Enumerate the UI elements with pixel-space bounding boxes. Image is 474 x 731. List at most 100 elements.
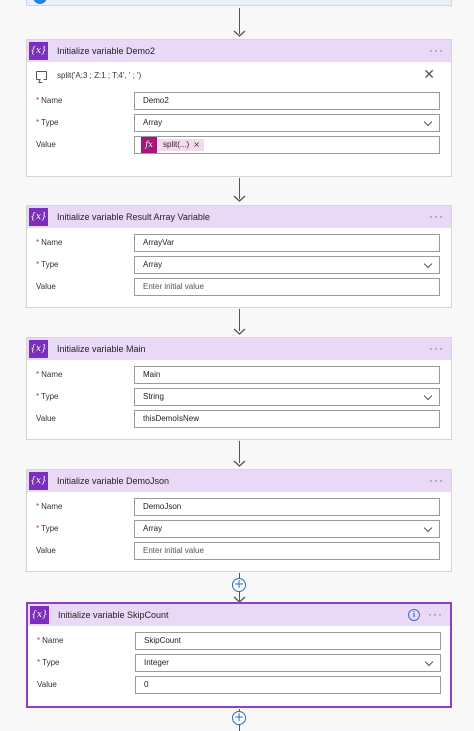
function-icon: fx: [141, 137, 157, 153]
name-row: * Name Demo2: [27, 90, 451, 112]
card-title: Initialize variable SkipCount: [58, 610, 169, 620]
type-label-text: Type: [41, 260, 59, 269]
name-label: * Name: [36, 232, 62, 254]
type-select[interactable]: Array: [134, 114, 440, 132]
value-input[interactable]: fx split(...) ×: [134, 136, 440, 154]
action-card-demojson[interactable]: {x} Initialize variable DemoJson ··· * Na…: [26, 469, 452, 572]
value-label: Value: [36, 140, 56, 149]
card-title: Initialize variable DemoJson: [57, 476, 170, 486]
expression-token-label: split(...): [163, 140, 190, 149]
variable-icon: {x}: [29, 42, 48, 60]
value-label: Value: [37, 680, 57, 689]
arrow-down-icon: [233, 328, 246, 335]
required-marker: *: [36, 118, 40, 127]
value-row: Value fx split(...) ×: [27, 134, 451, 156]
type-label: * Type: [36, 386, 58, 408]
type-value: String: [143, 392, 164, 401]
info-icon[interactable]: i: [408, 609, 420, 621]
type-select[interactable]: Array: [134, 256, 440, 274]
type-label: * Type: [37, 652, 59, 674]
name-label-text: Name: [41, 502, 63, 511]
type-row: * Type Array: [27, 254, 451, 276]
card-title: Initialize variable Main: [57, 344, 146, 354]
comment-icon: [36, 71, 47, 80]
required-marker: *: [36, 524, 40, 533]
type-select[interactable]: Array: [134, 520, 440, 538]
card-header[interactable]: {x} Initialize variable Main ···: [27, 338, 451, 360]
value-input[interactable]: thisDemoIsNew: [134, 410, 440, 428]
type-select[interactable]: String: [134, 388, 440, 406]
name-label-text: Name: [42, 636, 64, 645]
name-label-text: Name: [41, 96, 63, 105]
type-label-text: Type: [41, 524, 59, 533]
value-input[interactable]: Enter initial value: [134, 542, 440, 560]
value-input[interactable]: Enter initial value: [134, 278, 440, 296]
action-card-result-array[interactable]: {x} Initialize variable Result Array Var…: [26, 205, 452, 308]
name-row: * Name ArrayVar: [27, 232, 451, 254]
variable-icon: {x}: [29, 340, 48, 358]
type-row: * Type String: [27, 386, 451, 408]
chevron-down-icon: [424, 657, 434, 667]
chevron-down-icon: [423, 391, 433, 401]
card-title: Initialize variable Demo2: [57, 46, 156, 56]
required-marker: *: [36, 370, 40, 379]
name-label-text: Name: [41, 238, 63, 247]
name-row: * Name Main: [27, 364, 451, 386]
card-title: Initialize variable Result Array Variabl…: [57, 212, 210, 222]
name-label-text: Name: [41, 370, 63, 379]
more-options-icon[interactable]: ···: [429, 338, 444, 358]
more-options-icon[interactable]: ···: [429, 206, 444, 226]
variable-icon: {x}: [29, 472, 48, 490]
chevron-down-icon: [423, 523, 433, 533]
more-options-icon[interactable]: ···: [429, 40, 444, 60]
type-label-text: Type: [41, 118, 59, 127]
required-marker: *: [36, 260, 40, 269]
action-card-skipcount[interactable]: {x} Initialize variable SkipCount i ··· …: [26, 602, 452, 708]
name-input[interactable]: DemoJson: [134, 498, 440, 516]
more-options-icon[interactable]: ···: [429, 470, 444, 490]
expression-token[interactable]: fx split(...) ×: [141, 137, 204, 153]
card-header[interactable]: {x} Initialize variable Demo2 ···: [27, 40, 451, 62]
name-label: * Name: [37, 630, 63, 652]
previous-action-stub[interactable]: [26, 0, 452, 6]
required-marker: *: [37, 636, 41, 645]
card-header[interactable]: {x} Initialize variable Result Array Var…: [27, 206, 451, 228]
value-label: Value: [36, 282, 56, 291]
value-row: Value Enter initial value: [27, 276, 451, 298]
name-input[interactable]: ArrayVar: [134, 234, 440, 252]
type-select[interactable]: Integer: [135, 654, 441, 672]
required-marker: *: [36, 96, 40, 105]
value-row: Value thisDemoIsNew: [27, 408, 451, 430]
add-step-button[interactable]: +: [232, 711, 246, 725]
arrow-down-icon: [233, 30, 246, 37]
required-marker: *: [36, 502, 40, 511]
previous-action-icon: [33, 0, 47, 4]
action-card-main[interactable]: {x} Initialize variable Main ··· * Name M…: [26, 337, 452, 440]
name-input[interactable]: SkipCount: [135, 632, 441, 650]
remove-token-icon[interactable]: ×: [193, 137, 200, 153]
required-marker: *: [37, 658, 41, 667]
name-label: * Name: [36, 364, 62, 386]
close-icon[interactable]: ✕: [423, 68, 435, 82]
more-options-icon[interactable]: ···: [428, 604, 443, 624]
card-header[interactable]: {x} Initialize variable DemoJson ···: [27, 470, 451, 492]
name-row: * Name SkipCount: [28, 630, 450, 652]
name-row: * Name DemoJson: [27, 496, 451, 518]
name-input[interactable]: Demo2: [134, 92, 440, 110]
add-step-button[interactable]: +: [232, 578, 246, 592]
type-label: * Type: [36, 112, 58, 134]
type-label: * Type: [36, 254, 58, 276]
required-marker: *: [36, 238, 40, 247]
value-row: Value 0: [28, 674, 450, 696]
card-header[interactable]: {x} Initialize variable SkipCount i ···: [28, 604, 450, 626]
value-input[interactable]: 0: [135, 676, 441, 694]
name-input[interactable]: Main: [134, 366, 440, 384]
action-card-demo2[interactable]: {x} Initialize variable Demo2 ··· split(…: [26, 39, 452, 177]
arrow-down-icon: [233, 460, 246, 467]
type-value: Array: [143, 260, 163, 269]
value-row: Value Enter initial value: [27, 540, 451, 562]
type-value: Array: [143, 524, 163, 533]
chevron-down-icon: [423, 259, 433, 269]
type-label-text: Type: [42, 658, 60, 667]
variable-icon: {x}: [30, 606, 49, 624]
